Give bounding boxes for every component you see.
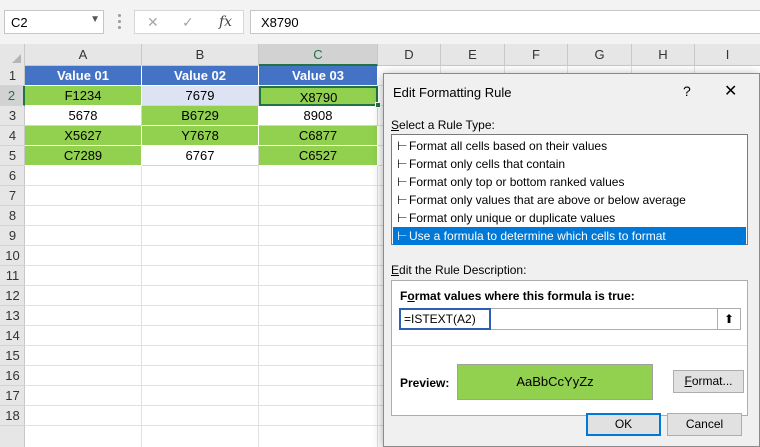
arrow-icon: ⊢ <box>397 139 408 153</box>
row-header[interactable]: 18 <box>0 406 25 426</box>
table-cell[interactable]: C7289 <box>25 146 142 166</box>
row-header[interactable]: 4 <box>0 126 25 146</box>
format-preview: AaBbCcYyZz <box>457 364 653 400</box>
formula-input[interactable]: X8790 <box>250 10 760 34</box>
row-header[interactable]: 6 <box>0 166 25 186</box>
list-item[interactable]: ⊢ Format only values that are above or be… <box>393 191 746 209</box>
list-item[interactable]: ⊢ Format only top or bottom ranked values <box>393 173 746 191</box>
collapse-dialog-icon[interactable]: ⬆ <box>717 309 740 329</box>
format-button[interactable]: Format... <box>673 370 744 393</box>
column-header-h[interactable]: H <box>632 44 695 66</box>
name-box[interactable]: C2 ▼ <box>4 10 104 34</box>
rule-description-panel: Format values where this formula is true… <box>391 280 748 416</box>
fill-handle[interactable] <box>375 102 381 108</box>
insert-function-icon[interactable]: fx <box>219 14 232 30</box>
table-cell[interactable]: C6877 <box>259 126 378 146</box>
table-header-cell[interactable]: Value 01 <box>25 66 142 86</box>
help-icon[interactable]: ? <box>683 83 691 99</box>
row-header[interactable]: 8 <box>0 206 25 226</box>
table-cell[interactable]: X5627 <box>25 126 142 146</box>
row-header[interactable]: 12 <box>0 286 25 306</box>
select-rule-type-label: Select a Rule Type: <box>391 118 495 132</box>
column-header-f[interactable]: F <box>505 44 568 66</box>
name-box-value: C2 <box>11 15 28 30</box>
list-item[interactable]: ⊢ Format all cells based on their values <box>393 137 746 155</box>
edit-rule-description-label: Edit the Rule Description: <box>391 263 527 277</box>
row-header[interactable]: 9 <box>0 226 25 246</box>
list-item-selected[interactable]: ⊢ Use a formula to determine which cells … <box>393 227 746 245</box>
ok-button[interactable]: OK <box>586 413 661 436</box>
rule-type-list[interactable]: ⊢ Format all cells based on their values … <box>391 134 748 245</box>
table-cell[interactable]: B6729 <box>142 106 259 126</box>
dialog-title: Edit Formatting Rule <box>393 85 512 100</box>
table-cell[interactable]: 8908 <box>259 106 378 126</box>
column-header-c[interactable]: C <box>259 44 378 66</box>
table-cell[interactable]: 7679 <box>142 86 259 106</box>
chevron-down-icon[interactable]: ▼ <box>90 14 100 25</box>
row-header[interactable]: 7 <box>0 186 25 206</box>
formula-bar: C2 ▼ ✕ ✓ fx X8790 <box>0 0 760 44</box>
table-cell[interactable]: Y7678 <box>142 126 259 146</box>
table-cell[interactable]: F1234 <box>25 86 142 106</box>
formula-label: Format values where this formula is true… <box>400 289 635 303</box>
formula-input[interactable] <box>399 308 491 330</box>
row-header[interactable]: 10 <box>0 246 25 266</box>
formula-buttons: ✕ ✓ fx <box>134 10 244 34</box>
row-header[interactable]: 11 <box>0 266 25 286</box>
arrow-icon: ⊢ <box>397 157 408 171</box>
column-header-g[interactable]: G <box>568 44 632 66</box>
table-cell[interactable]: C6527 <box>259 146 378 166</box>
column-header-i[interactable]: I <box>695 44 760 66</box>
preview-label: Preview: <box>400 376 450 390</box>
column-headers: A B C D E F G H I <box>0 44 760 66</box>
drag-handle-icon[interactable] <box>118 14 121 30</box>
cancel-button[interactable]: Cancel <box>667 413 742 436</box>
arrow-icon: ⊢ <box>397 229 408 243</box>
row-header[interactable]: 16 <box>0 366 25 386</box>
arrow-icon: ⊢ <box>397 211 408 225</box>
close-icon[interactable]: ✕ <box>724 81 737 101</box>
table-cell[interactable]: 5678 <box>25 106 142 126</box>
column-header-e[interactable]: E <box>441 44 505 66</box>
row-header[interactable]: 1 <box>0 66 25 86</box>
row-header[interactable]: 13 <box>0 306 25 326</box>
formula-field: ⬆ <box>399 308 741 330</box>
row-header[interactable]: 15 <box>0 346 25 366</box>
column-header-a[interactable]: A <box>25 44 142 66</box>
active-cell[interactable]: X8790 <box>259 86 378 106</box>
edit-formatting-rule-dialog: Edit Formatting Rule ? ✕ Select a Rule T… <box>383 73 760 447</box>
column-header-d[interactable]: D <box>378 44 441 66</box>
row-headers: 1 2 3 4 5 6 7 8 9 10 11 12 13 14 15 16 1… <box>0 66 25 447</box>
row-header[interactable]: 3 <box>0 106 25 126</box>
row-header[interactable]: 2 <box>0 86 25 106</box>
table-cell[interactable]: 6767 <box>142 146 259 166</box>
divider <box>392 345 747 346</box>
select-all-button[interactable] <box>0 44 25 66</box>
list-item[interactable]: ⊢ Format only unique or duplicate values <box>393 209 746 227</box>
table-header-cell[interactable]: Value 03 <box>259 66 378 86</box>
column-header-b[interactable]: B <box>142 44 259 66</box>
row-header[interactable]: 17 <box>0 386 25 406</box>
row-header[interactable]: 5 <box>0 146 25 166</box>
formula-text: X8790 <box>261 15 299 30</box>
arrow-icon: ⊢ <box>397 193 408 207</box>
check-icon[interactable]: ✓ <box>182 14 194 31</box>
arrow-icon: ⊢ <box>397 175 408 189</box>
cancel-icon[interactable]: ✕ <box>147 14 159 31</box>
list-item[interactable]: ⊢ Format only cells that contain <box>393 155 746 173</box>
row-header[interactable]: 14 <box>0 326 25 346</box>
table-header-cell[interactable]: Value 02 <box>142 66 259 86</box>
